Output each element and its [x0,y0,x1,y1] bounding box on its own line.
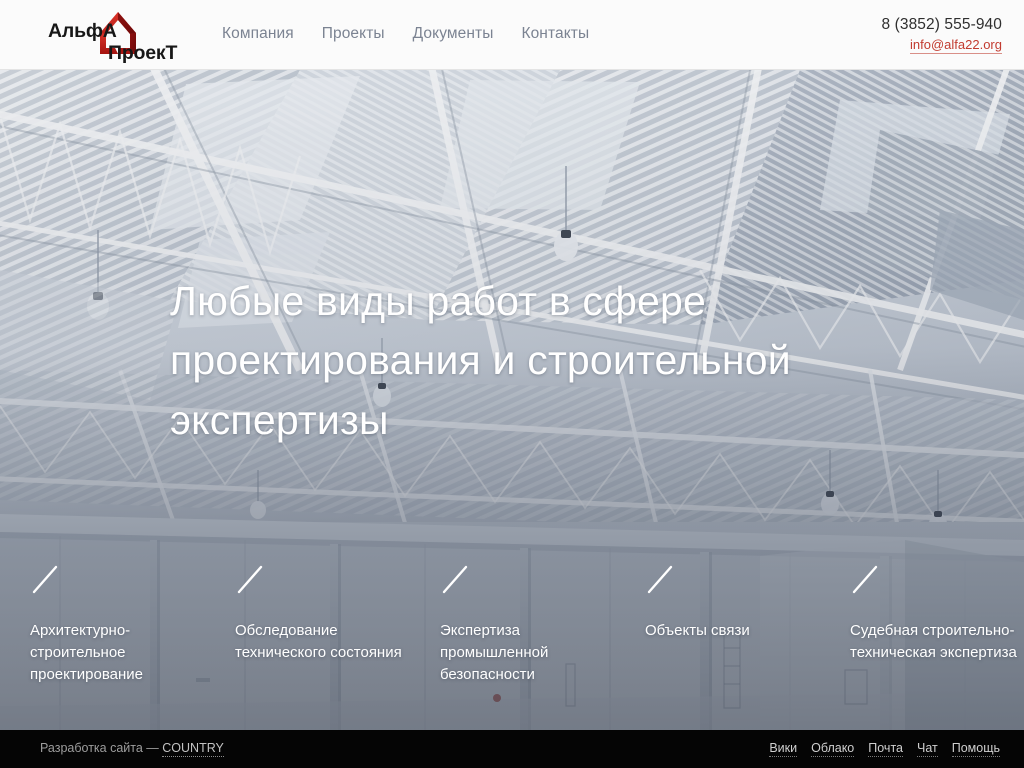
footer-credit-prefix: Разработка сайта — [40,741,163,755]
svg-text:ПроекТ: ПроекТ [108,42,177,63]
nav-item-company[interactable]: Компания [222,25,294,43]
nav-item-documents[interactable]: Документы [413,25,494,43]
footer-link-chat[interactable]: Чат [916,741,938,757]
slash-icon [645,564,677,596]
nav-item-contacts[interactable]: Контакты [521,25,589,43]
alfa-proekt-logo[interactable]: АльфА ПроекТ [22,7,194,63]
footer-link-help[interactable]: Помощь [951,741,1000,757]
service-label: Экспертиза промышленной безопасности [440,622,549,684]
hero-title: Любые виды работ в сфере проектирования … [170,278,791,443]
hero-section: Любые виды работ в сфере проектирования … [0,70,1024,730]
service-label: Судебная строительно-техническая эксперт… [850,622,1017,662]
svg-text:АльфА: АльфА [48,20,117,42]
main-navigation: Компания Проекты Документы Контакты [222,25,589,43]
footer-link-wiki[interactable]: Вики [769,741,798,757]
footer-link-mail[interactable]: Почта [868,741,903,757]
service-label: Объекты связи [645,622,750,639]
footer-credit: Разработка сайта — COUNTRY [40,741,224,757]
service-label: Обследование технического состояния [235,622,402,662]
hero-services-list: Архитектурно-строительное проектирование… [0,565,1024,724]
slash-icon [850,564,882,596]
slash-icon [235,564,267,596]
slash-icon [440,564,472,596]
site-header: АльфА ПроекТ Компания Проекты Документы … [0,0,1024,70]
service-label: Архитектурно-строительное проектирование [30,622,143,684]
phone-number[interactable]: 8 (3852) 555-940 [881,16,1002,34]
email-link[interactable]: info@alfa22.org [910,37,1002,54]
slash-icon [30,564,62,596]
footer-link-cloud[interactable]: Облако [811,741,855,757]
header-contacts: 8 (3852) 555-940 info@alfa22.org [881,16,1002,54]
nav-item-projects[interactable]: Проекты [322,25,385,43]
page-root: АльфА ПроекТ Компания Проекты Документы … [0,0,1024,768]
footer-credit-brand[interactable]: COUNTRY [162,741,224,757]
footer-links: Вики Облако Почта Чат Помощь [769,741,1000,757]
site-footer: Разработка сайта — COUNTRY Вики Облако П… [0,730,1024,768]
